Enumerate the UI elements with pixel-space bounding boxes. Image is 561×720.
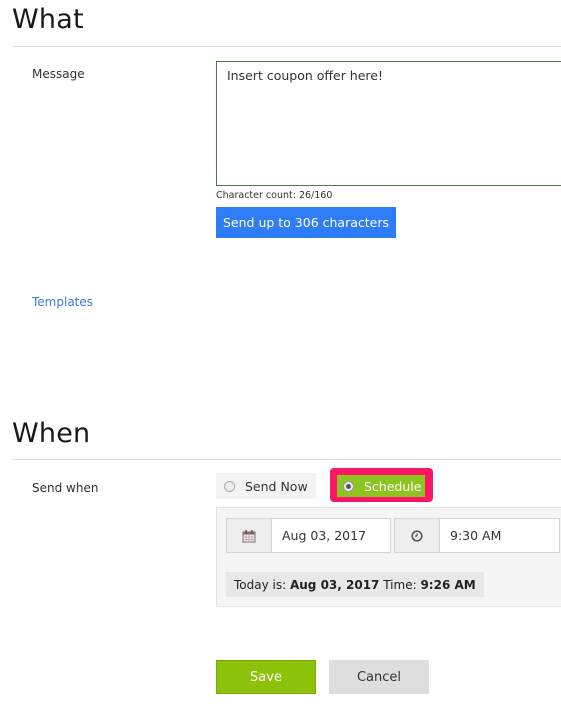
date-input[interactable] bbox=[272, 519, 390, 552]
radio-unselected-icon[interactable] bbox=[224, 480, 235, 492]
clock-icon[interactable] bbox=[395, 519, 440, 552]
what-section-title: What bbox=[12, 4, 84, 35]
radio-selected-icon[interactable] bbox=[343, 480, 354, 492]
time-input-group bbox=[394, 518, 560, 553]
time-input[interactable] bbox=[440, 519, 559, 552]
schedule-label: Schedule bbox=[364, 478, 422, 494]
send-when-label: Send when bbox=[32, 481, 99, 495]
send-now-label: Send Now bbox=[245, 478, 308, 494]
what-divider bbox=[12, 46, 561, 47]
today-info: Today is: Aug 03, 2017 Time: 9:26 AM bbox=[226, 572, 484, 597]
when-divider bbox=[12, 459, 561, 460]
save-button[interactable]: Save bbox=[216, 660, 316, 694]
calendar-icon[interactable] bbox=[227, 519, 272, 552]
message-textarea[interactable]: Insert coupon offer here! bbox=[216, 61, 561, 186]
character-count: Character count: 26/160 bbox=[216, 190, 333, 201]
when-section-title: When bbox=[12, 418, 91, 449]
today-prefix: Today is: bbox=[234, 577, 290, 592]
time-prefix: Time: bbox=[379, 577, 421, 592]
today-time: 9:26 AM bbox=[420, 577, 476, 592]
send-up-to-306-button[interactable]: Send up to 306 characters bbox=[216, 207, 396, 238]
radio-send-now[interactable]: Send Now bbox=[216, 473, 316, 499]
date-input-group bbox=[226, 518, 391, 553]
radio-schedule[interactable]: Schedule bbox=[337, 475, 425, 497]
today-date: Aug 03, 2017 bbox=[289, 577, 380, 592]
cancel-button[interactable]: Cancel bbox=[329, 660, 429, 694]
templates-link[interactable]: Templates bbox=[32, 295, 93, 309]
message-label: Message bbox=[32, 67, 85, 81]
